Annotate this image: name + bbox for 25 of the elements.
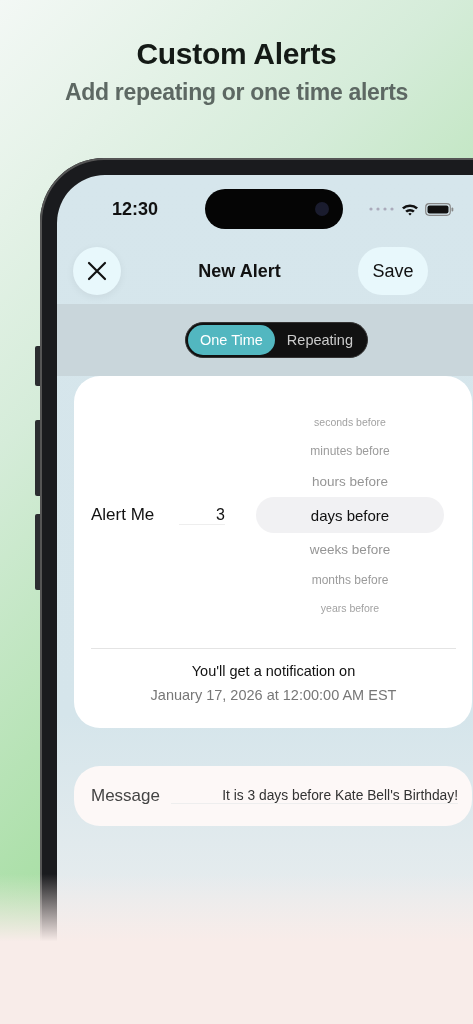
picker-option[interactable]: hours before [256, 465, 444, 497]
picker-option[interactable]: weeks before [256, 533, 444, 565]
picker-option[interactable]: minutes before [256, 436, 444, 465]
alert-label: Alert Me [91, 505, 156, 525]
page-title: Custom Alerts [135, 37, 338, 71]
picker-option[interactable]: months before [256, 565, 444, 594]
picker-option[interactable]: years before [256, 594, 444, 622]
battery-icon [425, 202, 454, 216]
message-label: Message [91, 786, 161, 806]
picker-option[interactable]: days before [256, 497, 444, 533]
page-subtitle: Add repeating or one time alerts [63, 79, 410, 106]
signal-icon [369, 207, 395, 211]
notification-date: January 17, 2026 at 12:00:00 AM EST [149, 687, 398, 703]
save-button[interactable]: Save [358, 247, 428, 295]
message-field[interactable]: It is 3 days before Kate Bell's Birthday! [171, 788, 458, 804]
segment-tab[interactable]: One Time [188, 325, 275, 355]
number-field[interactable]: 3 [179, 505, 225, 525]
wifi-icon [401, 202, 419, 216]
close-icon [87, 261, 107, 281]
status-time: 12:30 [112, 198, 160, 220]
close-button[interactable] [73, 247, 121, 295]
screen-title: New Alert [197, 260, 282, 282]
picker-option[interactable]: seconds before [256, 408, 444, 436]
segment-tab[interactable]: Repeating [274, 325, 365, 355]
notification-text: You'll get a notification on [190, 663, 357, 679]
